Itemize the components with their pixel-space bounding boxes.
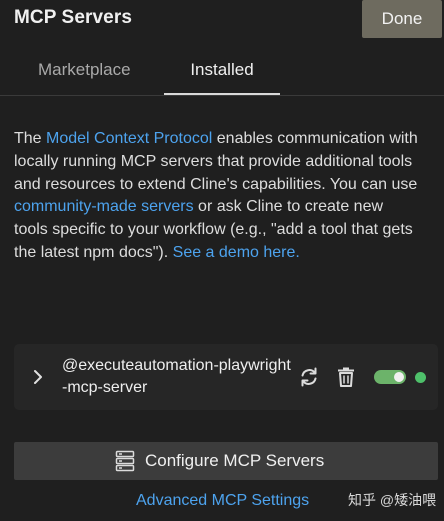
watermark: 知乎 @矮油喂 — [348, 492, 437, 508]
page-title: MCP Servers — [14, 7, 132, 28]
header: MCP Servers Done — [0, 0, 444, 42]
description-text: The — [14, 130, 47, 147]
server-icon — [115, 450, 135, 472]
configure-mcp-servers-button[interactable]: Configure MCP Servers — [14, 442, 438, 480]
toggle-knob — [394, 372, 404, 382]
model-context-protocol-link[interactable]: Model Context Protocol — [46, 130, 212, 147]
tab-marketplace[interactable]: Marketplace — [38, 60, 131, 80]
trash-icon[interactable] — [336, 366, 356, 388]
tab-bar: Marketplace Installed — [0, 50, 444, 96]
server-enable-toggle[interactable] — [374, 370, 406, 384]
chevron-right-icon[interactable] — [30, 368, 46, 386]
status-indicator — [415, 372, 426, 383]
configure-button-label: Configure MCP Servers — [145, 451, 325, 470]
community-servers-link[interactable]: community-made servers — [14, 198, 194, 215]
restart-icon[interactable] — [298, 366, 320, 388]
active-tab-indicator — [164, 93, 280, 95]
tab-installed[interactable]: Installed — [164, 60, 280, 80]
done-button[interactable]: Done — [362, 0, 442, 38]
mcp-description: The Model Context Protocol enables commu… — [14, 128, 418, 265]
see-demo-link[interactable]: See a demo here. — [173, 244, 300, 261]
server-row: @executeautomation-playwright-mcp-server — [14, 344, 438, 410]
advanced-mcp-settings-link[interactable]: Advanced MCP Settings — [136, 492, 309, 510]
server-name: @executeautomation-playwright-mcp-server — [62, 357, 291, 396]
